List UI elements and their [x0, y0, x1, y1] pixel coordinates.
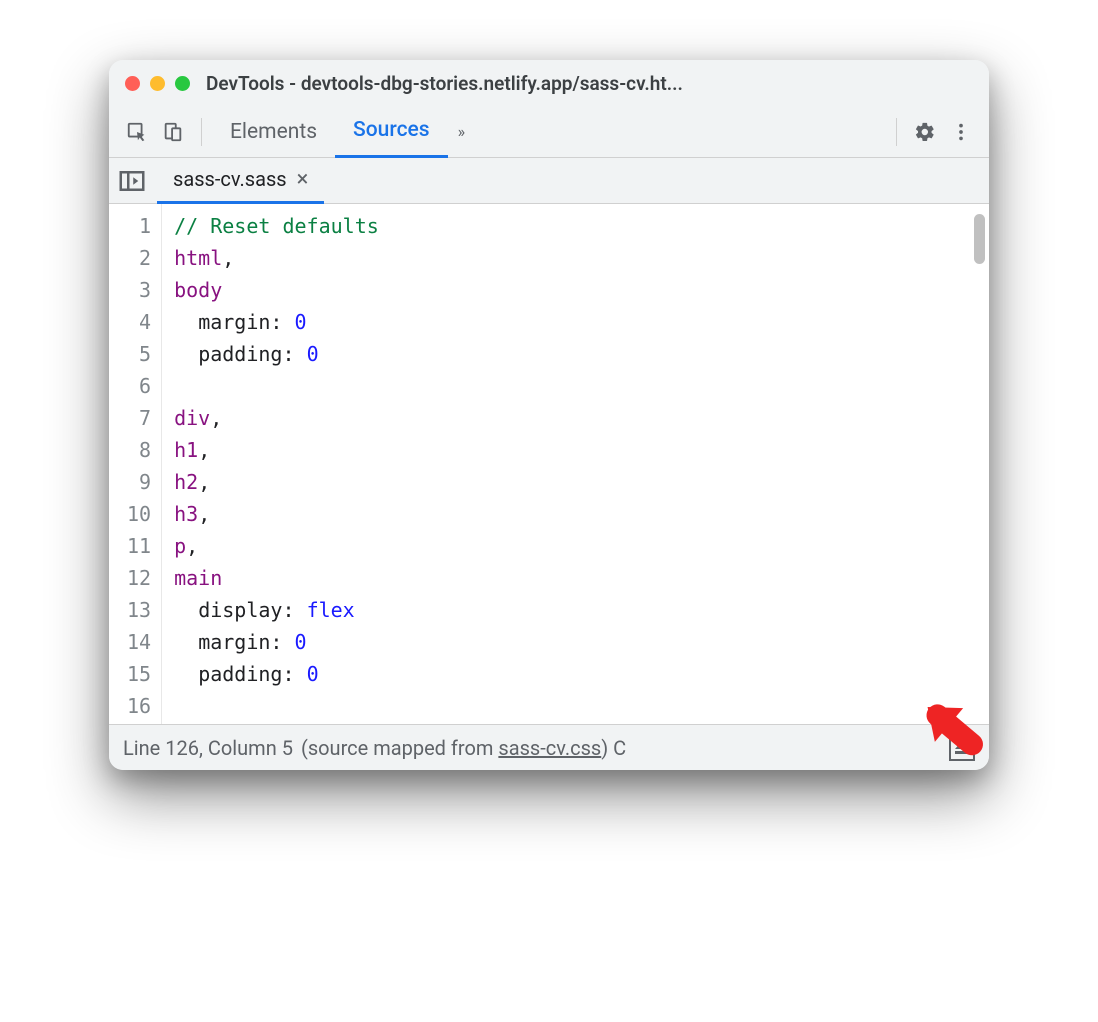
separator: [896, 118, 897, 146]
scrollbar-thumb[interactable]: [974, 214, 985, 264]
coverage-icon[interactable]: [949, 735, 975, 761]
navigator-toggle-icon[interactable]: [117, 166, 147, 196]
code-content[interactable]: // Reset defaultshtml,body margin: 0 pad…: [162, 204, 989, 724]
line-gutter: 12345678910111213141516: [109, 204, 162, 724]
file-tab-bar: sass-cv.sass ×: [109, 158, 989, 204]
source-map-info: (source mapped from sass-cv.css) C: [301, 736, 626, 760]
code-editor[interactable]: 12345678910111213141516 // Reset default…: [109, 204, 989, 724]
tab-sources[interactable]: Sources: [335, 106, 448, 158]
status-bar: Line 126, Column 5 (source mapped from s…: [109, 724, 989, 770]
more-menu-icon[interactable]: [943, 114, 979, 150]
inspect-element-icon[interactable]: [119, 114, 155, 150]
file-tab-name: sass-cv.sass: [173, 167, 287, 191]
tab-elements[interactable]: Elements: [212, 106, 335, 158]
maximize-window-button[interactable]: [175, 76, 190, 91]
overflow-tabs-icon[interactable]: »: [458, 122, 466, 141]
file-tab[interactable]: sass-cv.sass ×: [157, 158, 324, 204]
gear-icon[interactable]: [907, 114, 943, 150]
window-controls: [125, 76, 190, 91]
main-toolbar: Elements Sources »: [109, 106, 989, 158]
titlebar: DevTools - devtools-dbg-stories.netlify.…: [109, 60, 989, 106]
devtools-window: DevTools - devtools-dbg-stories.netlify.…: [109, 60, 989, 770]
close-tab-icon[interactable]: ×: [297, 167, 309, 192]
window-title: DevTools - devtools-dbg-stories.netlify.…: [206, 72, 973, 95]
source-map-link[interactable]: sass-cv.css: [498, 736, 601, 760]
close-window-button[interactable]: [125, 76, 140, 91]
device-toggle-icon[interactable]: [155, 114, 191, 150]
cursor-position: Line 126, Column 5: [123, 736, 293, 760]
separator: [201, 118, 202, 146]
minimize-window-button[interactable]: [150, 76, 165, 91]
